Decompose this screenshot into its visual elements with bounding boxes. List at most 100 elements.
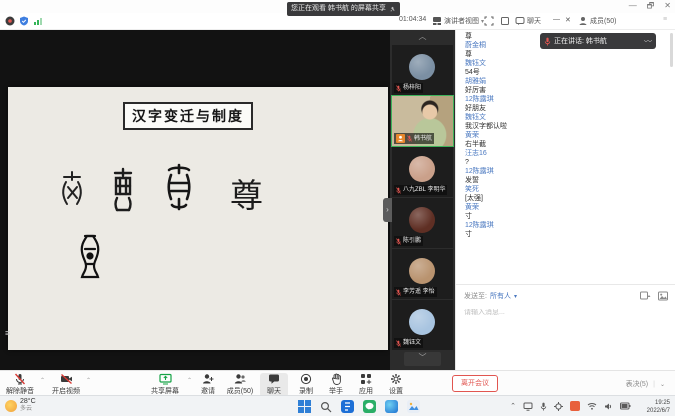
leave-meeting-button[interactable]: 离开会议 <box>452 375 498 392</box>
chat-message: 笑死 <box>465 185 661 194</box>
chat-button[interactable]: 聊天 <box>260 373 288 397</box>
chat-message: 寸 <box>465 212 661 221</box>
mic-muted-icon <box>396 289 401 296</box>
chat-scrollbar[interactable] <box>670 33 673 67</box>
mic-muted-icon <box>14 373 26 385</box>
collapse-strip-arrow[interactable]: ︿ <box>390 30 455 45</box>
presentation-slide: 汉字变迁与制度 <box>8 87 388 350</box>
slide-title: 汉字变迁与制度 <box>123 102 253 130</box>
participant-tile[interactable]: 魏钰文 <box>392 300 453 350</box>
avatar <box>409 156 435 182</box>
security-shield-icon[interactable] <box>19 16 29 26</box>
participant-tile[interactable]: 韩书航 <box>392 96 453 146</box>
search-icon[interactable] <box>320 401 332 413</box>
tray-wifi-icon[interactable] <box>587 402 597 410</box>
tray-battery-icon[interactable] <box>620 402 631 410</box>
chat-message: 12陈露琪 <box>465 167 661 176</box>
start-video-button[interactable]: 开启视频 <box>48 373 84 396</box>
panel-close-button[interactable]: ✕ <box>565 16 571 24</box>
popout-window-button[interactable] <box>500 16 510 26</box>
participant-tile[interactable]: 杨梓阳 <box>392 45 453 95</box>
chat-message: 12陈露琪 <box>465 221 661 230</box>
participant-name-tag: 陈引鹏 <box>394 236 423 246</box>
participant-name-tag: 韩书航 <box>394 133 434 144</box>
tray-crosshair-icon[interactable] <box>554 402 563 411</box>
members-icon <box>234 373 246 385</box>
invite-label: 邀请 <box>201 388 215 395</box>
window-minimize-button[interactable]: — <box>629 1 637 11</box>
glyph-oracle-bone-script <box>58 169 86 211</box>
chevron-up-icon[interactable]: ⌄ <box>660 381 665 388</box>
chat-panel-title[interactable]: 聊天 <box>515 16 541 26</box>
divider: | <box>653 381 655 388</box>
speaking-indicator-text: 正在讲话: 韩书航 <box>554 36 607 46</box>
panel-minimize-button[interactable]: — <box>553 16 560 23</box>
collapse-panel-handle[interactable]: › <box>383 198 392 222</box>
chat-message: 胡雅娟 <box>465 77 661 86</box>
window-restore-button[interactable]: 🗗 <box>647 1 655 11</box>
video-options-caret[interactable]: ⌃ <box>86 377 91 384</box>
chat-window-mode-icon[interactable] <box>640 291 651 301</box>
tray-mic-icon[interactable] <box>540 402 547 411</box>
participant-name-tag: 八九ZBL 李明华 <box>394 185 447 195</box>
participant-name: 陈引鹏 <box>403 237 421 245</box>
members-button[interactable]: 成员(50) <box>222 373 258 396</box>
invite-person-icon <box>202 373 214 385</box>
share-options-caret[interactable]: ⌃ <box>187 377 192 384</box>
participant-name: 韩书航 <box>414 135 432 143</box>
tray-expand-icon[interactable]: ⌃ <box>510 402 516 410</box>
participant-name-tag: 李芳遥 李怡 <box>394 287 437 297</box>
members-tab[interactable]: 成员(50) <box>578 16 616 26</box>
windows-start-icon[interactable] <box>298 400 311 413</box>
settings-button[interactable]: 设置 <box>382 373 410 396</box>
apps-grid-icon <box>360 373 372 385</box>
meeting-timer: 01:04:34 <box>399 16 426 23</box>
window-close-button[interactable]: ✕ <box>664 1 671 11</box>
invite-button[interactable]: 邀请 <box>194 373 222 396</box>
share-screen-label: 共享屏幕 <box>151 388 179 395</box>
unmute-button[interactable]: 解除静音 <box>2 373 38 396</box>
pin-icon[interactable] <box>389 6 396 13</box>
panel-more-icon[interactable]: ≡ <box>663 16 667 23</box>
raise-hand-label: 举手 <box>329 388 343 395</box>
tray-volume-icon[interactable] <box>604 402 613 411</box>
tray-monitor-icon[interactable] <box>523 402 533 411</box>
photos-app-icon[interactable] <box>407 400 420 413</box>
expand-strip-arrow[interactable]: ﹀ <box>404 352 441 366</box>
chat-message: ? <box>465 158 661 167</box>
mic-muted-icon <box>396 238 401 245</box>
chat-message-input[interactable] <box>464 309 668 316</box>
edge-browser-icon[interactable] <box>385 400 398 413</box>
person-icon <box>578 16 588 26</box>
record-status-icon <box>5 16 15 26</box>
participant-tile[interactable]: 陈引鹏 <box>392 198 453 248</box>
camera-off-icon <box>60 373 73 385</box>
toolbar-right-status[interactable]: 表决(5) <box>626 379 649 389</box>
avatar <box>409 54 435 80</box>
tray-chat-app-icon[interactable] <box>570 401 580 411</box>
share-screen-button[interactable]: 共享屏幕 <box>145 373 185 396</box>
chat-message: [太强] <box>465 194 661 203</box>
raise-hand-button[interactable]: 举手 <box>322 373 350 396</box>
participant-tile[interactable]: 八九ZBL 李明华 <box>392 147 453 197</box>
shared-screen-area: 汉字变迁与制度 <box>0 30 390 370</box>
view-mode-selector[interactable]: 演讲者视图 ▾ <box>432 16 484 26</box>
taskbar-weather-widget[interactable]: 28°C 多云 <box>5 398 36 413</box>
participant-tile[interactable]: 李芳遥 李怡 <box>392 249 453 299</box>
fullscreen-button[interactable] <box>484 16 494 26</box>
meeting-app-window: { "colors": { "accent_blue": "#4a78c0", … <box>0 0 675 416</box>
apps-button[interactable]: 应用 <box>352 373 380 396</box>
record-label: 录制 <box>299 388 313 395</box>
screenshot-image-icon[interactable] <box>658 291 668 301</box>
taskbar-clock[interactable]: 19:25 2022/6/7 <box>647 399 670 415</box>
participant-name: 李芳遥 李怡 <box>403 288 435 296</box>
chevron-down-icon: ▾ <box>514 293 517 300</box>
wave-hand-icon: 〰 <box>644 36 652 47</box>
mic-options-caret[interactable]: ⌃ <box>40 377 45 384</box>
unmute-label: 解除静音 <box>6 388 34 395</box>
wechat-app-icon[interactable] <box>363 400 376 413</box>
annotation-menu-icon[interactable]: ≡ <box>5 328 11 338</box>
send-to-selector[interactable]: 所有人 <box>490 291 511 301</box>
docs-app-icon[interactable] <box>341 400 354 413</box>
record-button[interactable]: 录制 <box>292 373 320 396</box>
